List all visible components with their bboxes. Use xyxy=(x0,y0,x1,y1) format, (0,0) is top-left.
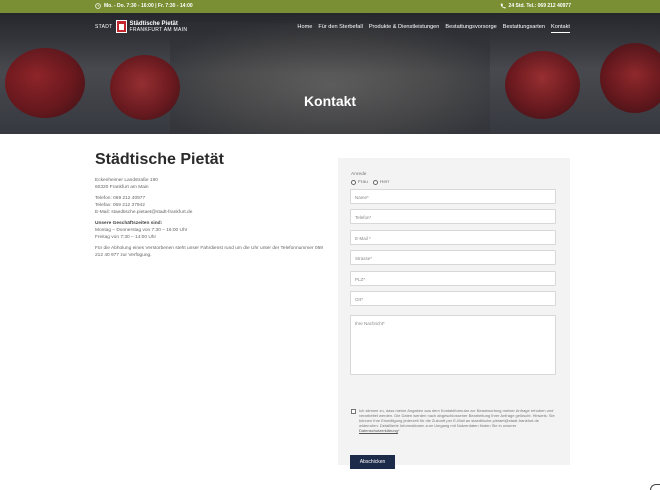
main-nav: Home Für den Sterbefall Produkte & Diens… xyxy=(297,24,570,33)
top-info-bar: Mo. - Do. 7:30 - 16:00 | Fr. 7:30 - 14:0… xyxy=(0,0,660,13)
opening-hours: Mo. - Do. 7:30 - 16:00 | Fr. 7:30 - 14:0… xyxy=(95,3,193,9)
nav-item-sterbefall[interactable]: Für den Sterbefall xyxy=(318,24,362,33)
nav-item-bestattungsarten[interactable]: Bestattungsarten xyxy=(503,24,545,33)
crest-icon xyxy=(115,20,127,33)
clock-icon xyxy=(95,3,101,9)
logo-city: FRANKFURT AM MAIN xyxy=(129,26,188,33)
nav-item-kontakt[interactable]: Kontakt xyxy=(551,24,570,33)
contact-details: Telefon: 069 212 40977 Telefax: 069 212 … xyxy=(95,195,330,216)
emergency-phone[interactable]: 24 Std. Tel.: 069 212 40977 xyxy=(500,3,571,9)
phone-field[interactable]: Telefon* xyxy=(350,209,556,224)
radio-frau[interactable]: Frau xyxy=(351,180,368,185)
scroll-to-top-icon[interactable] xyxy=(650,484,660,490)
opening-hours-text: Mo. - Do. 7:30 - 16:00 | Fr. 7:30 - 14:0… xyxy=(104,3,193,9)
contact-info: Städtische Pietät Eckenheimer Landstraße… xyxy=(95,151,330,263)
salutation-label: Anrede xyxy=(351,172,367,177)
zip-field[interactable]: PLZ* xyxy=(350,271,556,286)
contact-heading: Städtische Pietät xyxy=(95,151,224,168)
nav-item-home[interactable]: Home xyxy=(297,24,312,33)
salutation-options: Frau Herr xyxy=(351,180,389,185)
consent-body: Ich stimme zu, dass meine Angaben aus de… xyxy=(359,408,555,428)
radio-herr[interactable]: Herr xyxy=(372,180,390,185)
email-field[interactable]: E-Mail * xyxy=(350,230,556,245)
site-logo[interactable]: STADT Städtische Pietät FRANKFURT AM MAI… xyxy=(95,20,187,33)
radio-frau-label: Frau xyxy=(358,180,368,185)
street-field[interactable]: Strasse* xyxy=(350,250,556,265)
emergency-phone-text: 24 Std. Tel.: 069 212 40977 xyxy=(508,3,571,9)
hero-banner: STADT Städtische Pietät FRANKFURT AM MAI… xyxy=(0,13,660,134)
submit-button[interactable]: Abschicken xyxy=(350,455,395,469)
address-street: Eckenheimer Landstraße 190 xyxy=(95,178,158,183)
business-hours: Unsere Geschäftszeiten sind: Montag – Do… xyxy=(95,220,330,241)
fax-number: Telefax: 069 212 37942 xyxy=(95,203,145,208)
email-link[interactable]: E-Mail: staedtische.pietaet@stadt-frankf… xyxy=(95,210,192,215)
hours-weekdays: Montag – Donnerstag von 7:30 – 16:00 Uhr xyxy=(95,228,188,233)
radio-circle-icon xyxy=(351,180,356,185)
consent-text: Ich stimme zu, dass meine Angaben aus de… xyxy=(359,408,556,433)
address-city: 60320 Frankfurt am Main xyxy=(95,185,149,190)
hours-friday: Freitag von 7:30 – 14:00 Uhr xyxy=(95,235,157,240)
message-field[interactable]: Ihre Nachricht* xyxy=(350,315,556,375)
contact-form: Anrede Frau Herr Name* Telefon* E-Mail *… xyxy=(338,158,570,469)
address: Eckenheimer Landstraße 190 60320 Frankfu… xyxy=(95,177,330,191)
nav-item-vorsorge[interactable]: Bestattungsvorsorge xyxy=(445,24,496,33)
logo-stadt: STADT xyxy=(95,23,113,30)
radio-herr-label: Herr xyxy=(379,180,390,185)
main-content: Städtische Pietät Eckenheimer Landstraße… xyxy=(0,134,660,490)
page-title: Kontakt xyxy=(303,93,357,109)
city-field[interactable]: Ort* xyxy=(350,291,556,306)
radio-circle-icon xyxy=(372,180,378,185)
consent-checkbox[interactable] xyxy=(351,408,356,414)
transport-note: Für die Abholung eines Verstorbenen steh… xyxy=(95,246,323,258)
phone-icon xyxy=(500,3,506,9)
consent-required-mark: * xyxy=(397,428,400,433)
nav-item-produkte[interactable]: Produkte & Dienstleistungen xyxy=(369,24,440,33)
consent-block: Ich stimme zu, dass meine Angaben aus de… xyxy=(351,408,556,433)
hours-title: Unsere Geschäftszeiten sind: xyxy=(95,221,163,226)
privacy-link[interactable]: Datenschutzerklärung xyxy=(359,428,398,433)
phone-number[interactable]: Telefon: 069 212 40977 xyxy=(95,196,145,201)
name-field[interactable]: Name* xyxy=(350,189,556,204)
